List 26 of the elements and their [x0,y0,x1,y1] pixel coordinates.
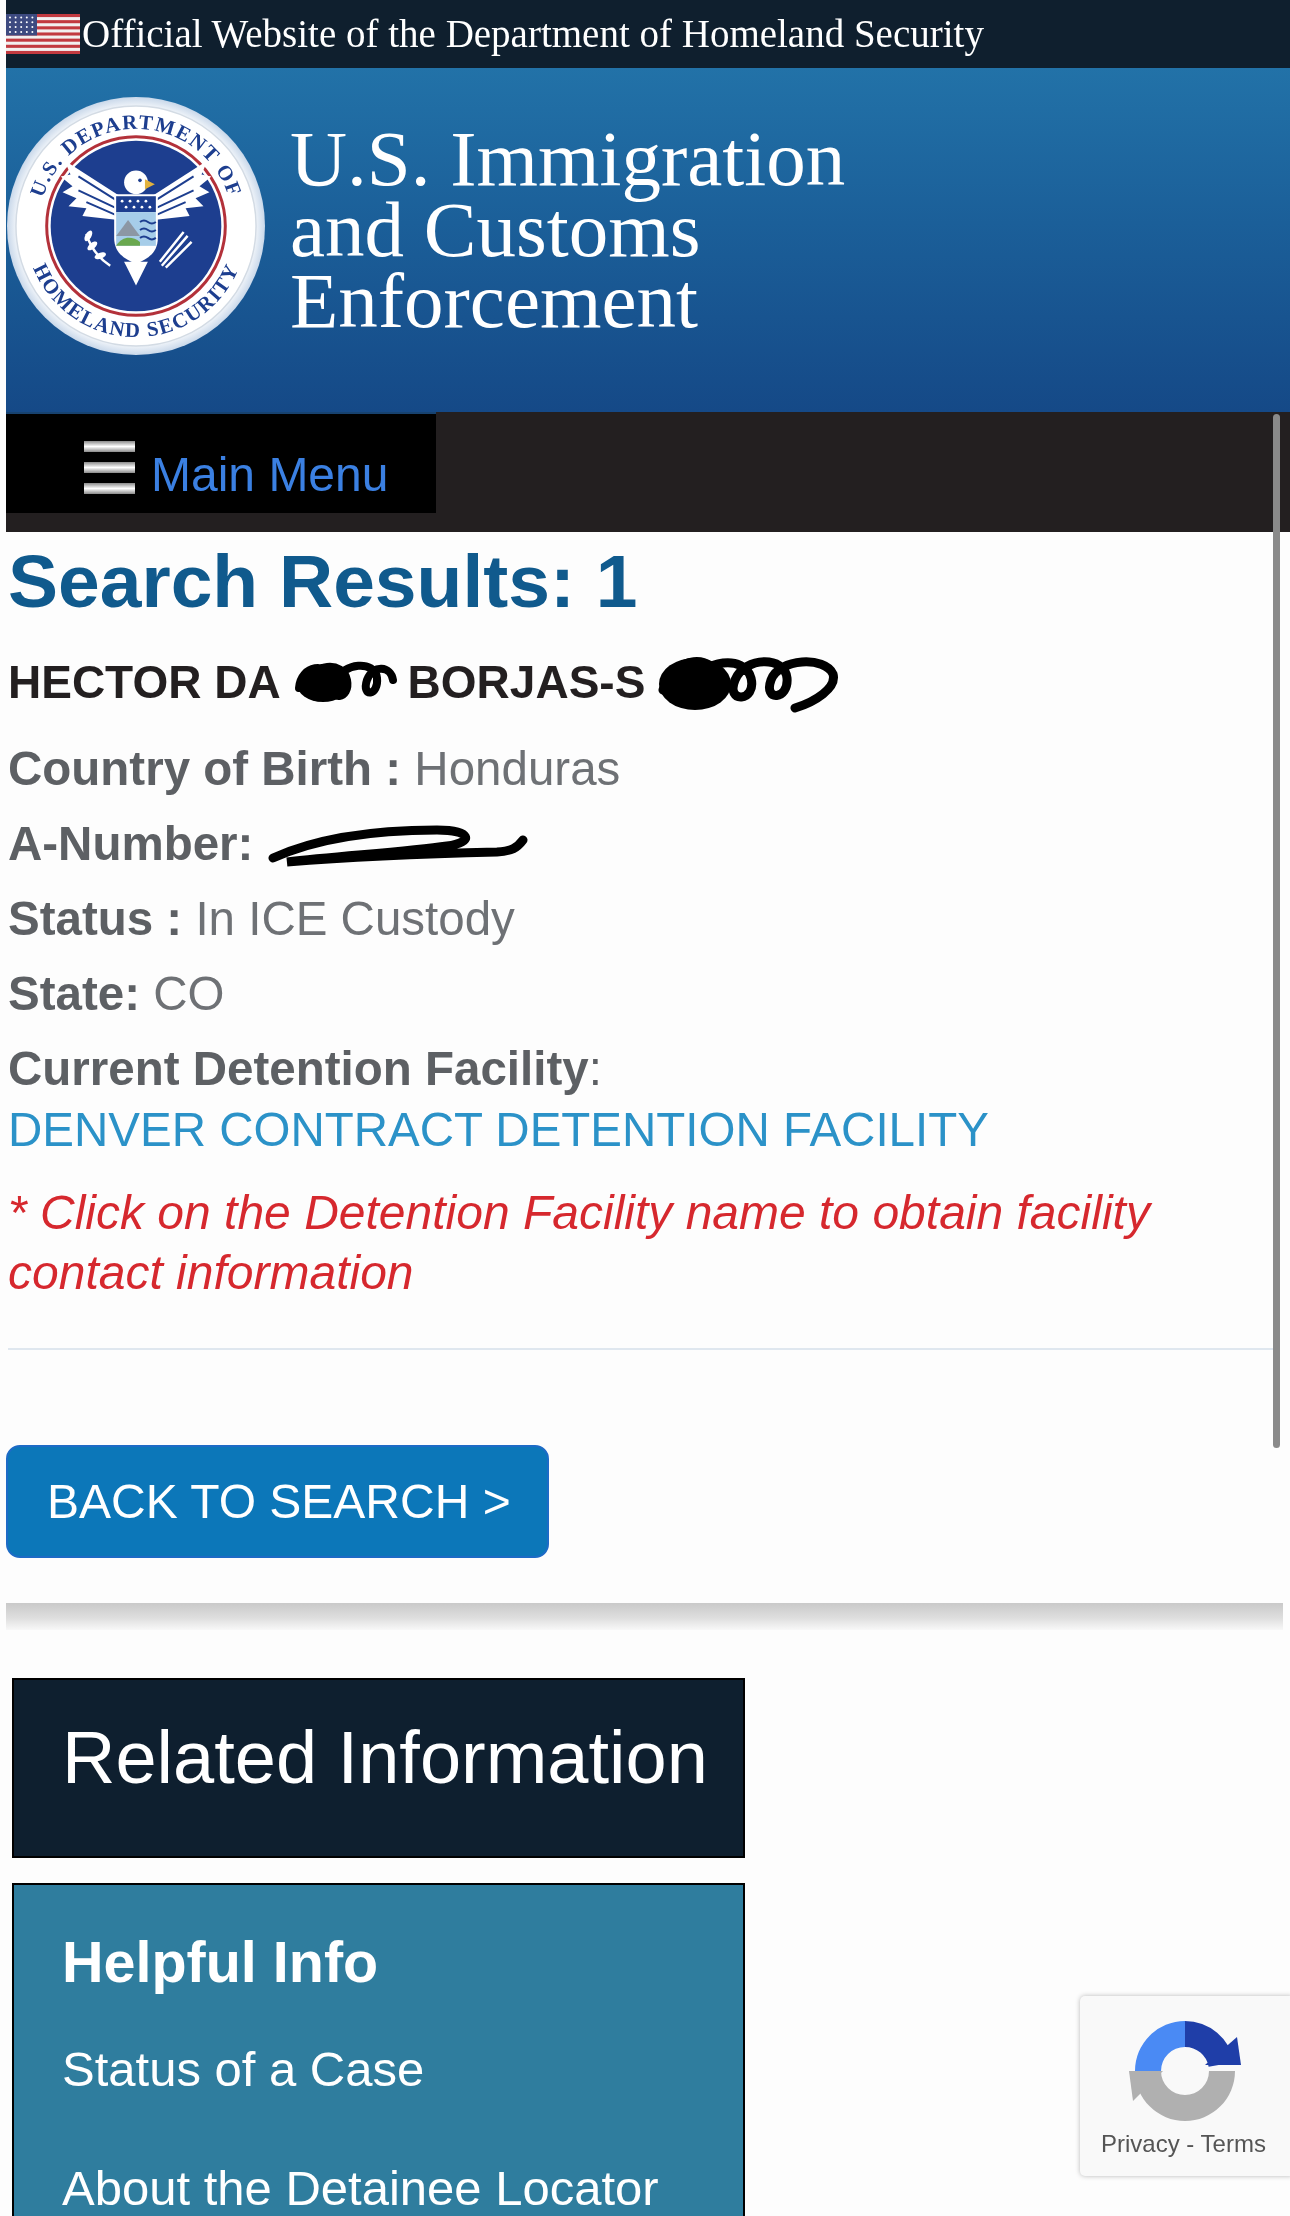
helpful-info-link[interactable]: Status of a Case [62,2041,425,2097]
field-label: Country of Birth : [8,742,402,795]
field-label: Current Detention Facility: [8,1042,602,1095]
field-label: State: [8,967,140,1020]
facility-note-text: * Click on the Detention Facility name to obtain facility contact information [8,1185,1153,1301]
menu-icon [84,441,135,494]
main-menu-button[interactable]: Main Menu [6,412,436,513]
related-information-heading: Related Information [12,1678,745,1858]
official-website-text: Official Website of the Department of Homeland Security [82,12,984,56]
person-name-text: HECTOR DA [8,655,281,710]
back-to-search-button[interactable]: BACK TO SEARCH > [6,1445,549,1558]
field-value: In ICE Custody [195,892,515,945]
recaptcha-link[interactable]: Terms [1200,2130,1266,2157]
field-value: CO [153,967,225,1020]
field-value: Honduras [414,742,621,795]
flag-icon [6,14,80,54]
link-separator: - [1186,2130,1195,2157]
helpful-info-link[interactable]: About the Detainee Locator [62,2160,659,2216]
search-results-heading: Search Results: 1 [8,538,639,624]
field-label: Status : [8,892,183,945]
field-label: A-Number: [8,817,254,870]
agency-name-title: U.S. Immigration and Customs Enforcement [290,123,847,336]
recaptcha-link[interactable]: Privacy [1101,2130,1180,2157]
helpful-info-heading: Helpful Info [62,1930,380,1994]
person-name-text: BORJAS-S [407,655,646,710]
facility-link[interactable]: DENVER CONTRACT DETENTION FACILITY [8,1103,989,1156]
